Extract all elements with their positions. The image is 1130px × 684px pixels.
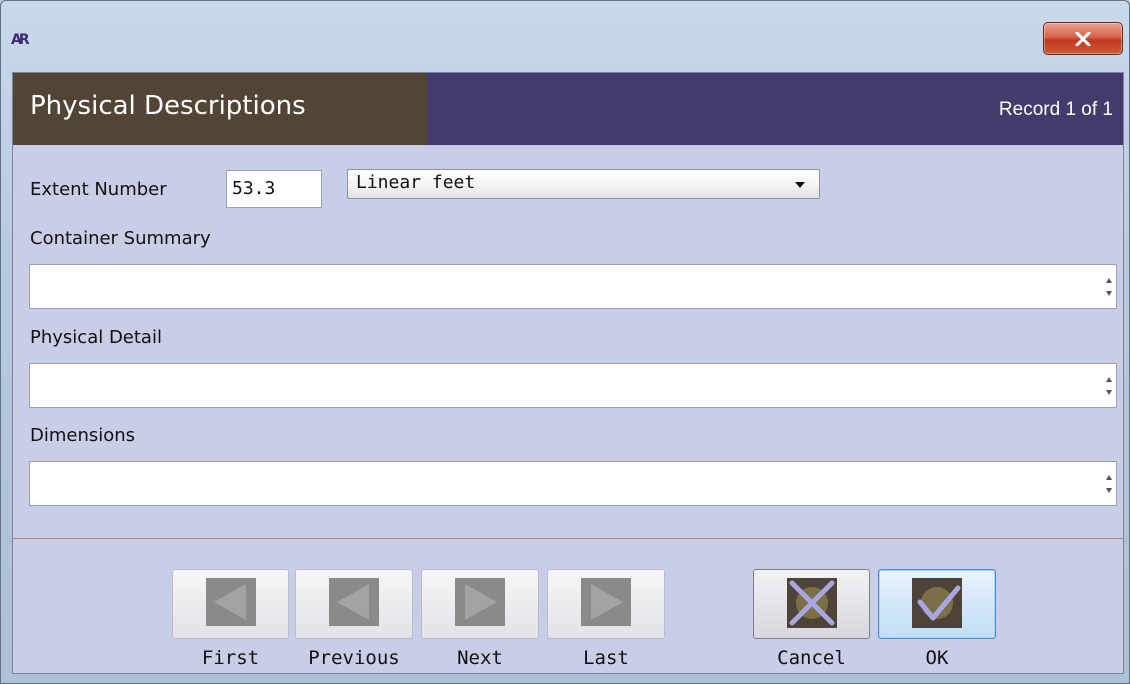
previous-arrow-icon <box>329 578 379 626</box>
last-arrow-icon <box>581 578 631 626</box>
extent-number-input[interactable]: 53.3 <box>226 170 322 208</box>
dimensions-field[interactable] <box>29 461 1117 506</box>
ok-check-icon <box>912 578 962 628</box>
previous-button[interactable] <box>295 569 413 639</box>
first-arrow-icon <box>205 578 256 626</box>
next-arrow-icon <box>455 578 505 626</box>
physical-descriptions-dialog: Physical Descriptions Record 1 of 1 Exte… <box>12 72 1124 674</box>
title-bar: AR <box>1 1 1129 71</box>
footer-divider <box>13 538 1123 539</box>
container-summary-field[interactable] <box>29 264 1117 309</box>
extent-type-select[interactable]: Linear feet <box>347 169 820 199</box>
first-button[interactable] <box>172 569 289 639</box>
last-button-label: Last <box>583 647 629 669</box>
header-title-panel: Physical Descriptions <box>13 73 427 145</box>
chevron-down-icon <box>795 182 805 188</box>
next-button-label: Next <box>457 647 503 669</box>
last-button[interactable] <box>547 569 665 639</box>
first-button-label: First <box>201 647 260 669</box>
container-summary-label: Container Summary <box>30 228 211 249</box>
close-button[interactable] <box>1043 22 1123 55</box>
app-logo: AR <box>11 32 30 48</box>
previous-button-label: Previous <box>308 647 400 669</box>
ok-button[interactable] <box>878 569 996 639</box>
cancel-x-icon <box>786 578 837 628</box>
page-title: Physical Descriptions <box>30 91 306 121</box>
dimensions-label: Dimensions <box>30 425 136 446</box>
extent-number-label: Extent Number <box>30 179 167 200</box>
cancel-button-label: Cancel <box>777 647 846 669</box>
record-indicator: Record 1 of 1 <box>998 99 1113 120</box>
scroll-arrows-icon[interactable] <box>1104 469 1114 499</box>
physical-detail-label: Physical Detail <box>30 327 162 348</box>
header-record-panel: Record 1 of 1 <box>427 73 1123 145</box>
dialog-window: AR Physical Descriptions Record 1 of 1 E… <box>0 0 1130 684</box>
physical-detail-field[interactable] <box>29 363 1117 408</box>
next-button[interactable] <box>421 569 539 639</box>
close-x-icon <box>1075 31 1091 46</box>
scroll-arrows-icon[interactable] <box>1104 272 1114 302</box>
dialog-header: Physical Descriptions Record 1 of 1 <box>13 73 1123 145</box>
cancel-button[interactable] <box>753 569 870 639</box>
scroll-arrows-icon[interactable] <box>1104 371 1114 401</box>
extent-type-value: Linear feet <box>356 172 476 193</box>
ok-button-label: OK <box>925 647 949 669</box>
